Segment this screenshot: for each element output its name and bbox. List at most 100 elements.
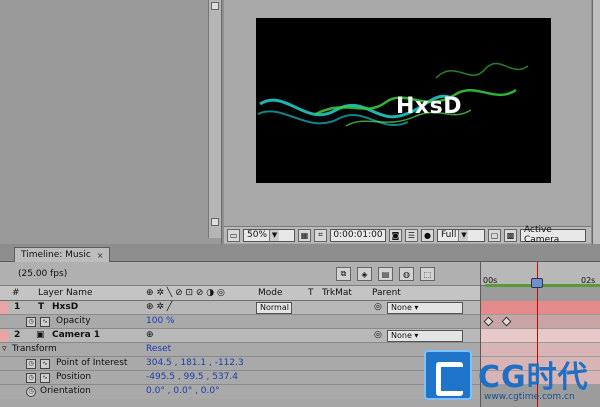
tab-timeline-music[interactable]: Timeline: Music × (14, 247, 111, 262)
layer-column-headers: # Layer Name ⊕ ✲ ╲ ⊘ ⊡ ⊘ ◑ ◎ Mode T TrkM… (0, 286, 480, 301)
layer-number: 2 (14, 330, 21, 340)
transform-group-row[interactable]: ▿ Transform Reset (0, 343, 480, 357)
property-value[interactable]: 304.5 , 181.1 , -112.3 (146, 358, 244, 368)
stopwatch-icon[interactable]: ◷ (26, 359, 36, 369)
layer-name[interactable]: Camera 1 (52, 330, 100, 340)
property-row[interactable]: ◷ ∿ Position -495.5 , 99.5 , 537.4 (0, 371, 480, 385)
property-row[interactable]: ◷ ∿ Point of Interest 304.5 , 181.1 , -1… (0, 357, 480, 371)
camera-view-value: Active Camera (524, 225, 560, 245)
stopwatch-icon[interactable]: ◷ (26, 387, 36, 397)
timecode: 0:00:01:00 (333, 230, 383, 240)
timeline-tab-bar: Timeline: Music × (0, 244, 600, 262)
property-row[interactable]: ◷ ∿ Opacity 100 % (0, 315, 480, 329)
project-scrollbar[interactable] (208, 0, 221, 238)
layer-number: 1 (14, 302, 21, 312)
magnification-value: 50% (247, 230, 268, 240)
layer-switches[interactable]: ⊕ ✲ ╱ (146, 302, 172, 312)
parent-select[interactable]: None ▾ (387, 330, 463, 342)
magnification-dropdown[interactable]: 50% ▼ (243, 228, 295, 242)
graph-icon[interactable]: ∿ (40, 317, 50, 327)
camera-icon: ▣ (36, 330, 45, 340)
cgtime-logo-icon (424, 350, 472, 400)
timeline-tools: ⧉ ◈ ▤ ◍ ⬚ (336, 267, 435, 281)
frame-blending-icon[interactable]: ▤ (378, 267, 393, 281)
keyframe-icon[interactable] (483, 316, 494, 327)
column-number: # (12, 288, 20, 298)
parent-value: None (391, 331, 412, 340)
resolution-dropdown[interactable]: Full ▼ (437, 228, 485, 242)
keyframe-icon[interactable] (501, 316, 512, 327)
composition-title-text: HxsD (396, 94, 462, 119)
pickwhip-icon[interactable]: ◎ (374, 330, 382, 340)
expand-arrow-icon[interactable]: ▿ (2, 344, 7, 354)
viewer-toolbar: ▭ 50% ▼ ▦ ⌗ 0:00:01:00 ◙ ☰ ● Full ▼ ▢ ▩ … (224, 225, 591, 245)
label-color-swatch[interactable] (0, 330, 8, 342)
layer-row[interactable]: 1 T HxsD ⊕ ✲ ╱ Normal ▾ ◎ None ▾ (0, 301, 480, 322)
channel-icon[interactable]: ● (421, 228, 434, 242)
resolution-value: Full (441, 230, 457, 240)
text-layer-icon: T (38, 302, 45, 312)
layer-switches[interactable]: ⊕ (146, 330, 154, 340)
pickwhip-icon[interactable]: ◎ (374, 302, 382, 312)
stopwatch-icon[interactable]: ◷ (26, 317, 36, 327)
label-color-swatch[interactable] (0, 302, 8, 314)
graph-icon[interactable]: ∿ (40, 373, 50, 383)
timeline-header: (25.00 fps) ⧉ ◈ ▤ ◍ ⬚ (0, 262, 480, 286)
chevron-down-icon: ▼ (269, 229, 280, 241)
draft-3d-icon[interactable]: ◈ (357, 267, 372, 281)
column-trkmat: TrkMat (322, 288, 352, 298)
composition-panel: HxsD ▭ 50% ▼ ▦ ⌗ 0:00:01:00 ◙ ☰ ● Full ▼… (224, 0, 591, 245)
watermark-brand: CG时代 (478, 360, 589, 395)
region-of-interest-icon[interactable]: ▢ (488, 228, 501, 242)
column-mode: Mode (258, 288, 283, 298)
property-name: Position (56, 372, 92, 382)
transparency-grid-icon[interactable]: ▩ (504, 228, 517, 242)
info-panel-edge (592, 0, 600, 244)
show-snapshot-icon[interactable]: ☰ (405, 228, 418, 242)
stopwatch-icon[interactable]: ◷ (26, 373, 36, 383)
motion-blur-icon[interactable]: ◍ (399, 267, 414, 281)
column-parent: Parent (372, 288, 401, 298)
close-icon[interactable]: × (97, 251, 104, 260)
layer-name[interactable]: HxsD (52, 302, 78, 312)
chevron-down-icon: ▼ (458, 229, 469, 241)
reset-link[interactable]: Reset (146, 344, 171, 354)
layer-duration-bar[interactable] (481, 329, 600, 342)
column-t: T (308, 288, 314, 298)
current-time-display[interactable]: 0:00:01:00 (330, 228, 386, 242)
graph-editor-icon[interactable]: ⬚ (420, 267, 435, 281)
always-preview-icon[interactable]: ▭ (227, 228, 240, 242)
frame-rate-display: (25.00 fps) (18, 268, 68, 279)
blend-mode-select[interactable]: Normal ▾ (256, 302, 292, 322)
property-row[interactable]: ◷ Orientation 0.0° , 0.0° , 0.0° (0, 385, 480, 399)
keyframe-track[interactable] (481, 315, 600, 328)
watermark-url: www.cgtime.com.cn (484, 392, 575, 402)
property-value[interactable]: 100 % (146, 316, 175, 326)
property-value[interactable]: 0.0° , 0.0° , 0.0° (146, 386, 220, 396)
switches-icons: ⊕ ✲ ╲ ⊘ ⊡ ⊘ ◑ ◎ (146, 288, 225, 298)
tab-label: Timeline: Music (21, 250, 91, 260)
comp-mini-flowchart-icon[interactable]: ⧉ (336, 267, 351, 281)
parent-value: None (391, 303, 412, 312)
watermark: CG时代 www.cgtime.com.cn (424, 346, 600, 407)
column-layer-name[interactable]: Layer Name (38, 288, 93, 298)
after-effects-window: HxsD ▭ 50% ▼ ▦ ⌗ 0:00:01:00 ◙ ☰ ● Full ▼… (0, 0, 600, 407)
scroll-up-icon[interactable] (211, 2, 219, 10)
composition-canvas[interactable]: HxsD (256, 18, 551, 183)
graph-icon[interactable]: ∿ (40, 359, 50, 369)
parent-select[interactable]: None ▾ (387, 302, 463, 314)
group-name: Transform (12, 344, 57, 354)
property-value[interactable]: -495.5 , 99.5 , 537.4 (146, 372, 238, 382)
snapshot-icon[interactable]: ◙ (389, 228, 402, 242)
property-name: Opacity (56, 316, 91, 326)
safe-zones-icon[interactable]: ⌗ (314, 228, 327, 242)
camera-view-dropdown[interactable]: Active Camera (520, 225, 586, 245)
property-name: Orientation (40, 386, 91, 396)
blend-mode-value: Normal (260, 303, 289, 312)
project-panel (0, 0, 222, 244)
scroll-down-icon[interactable] (211, 218, 219, 226)
layer-duration-bar[interactable] (481, 301, 600, 314)
cti-handle-icon[interactable] (531, 278, 543, 288)
grid-icon[interactable]: ▦ (298, 228, 311, 242)
layer-row[interactable]: 2 ▣ Camera 1 ⊕ ◎ None ▾ (0, 329, 480, 343)
